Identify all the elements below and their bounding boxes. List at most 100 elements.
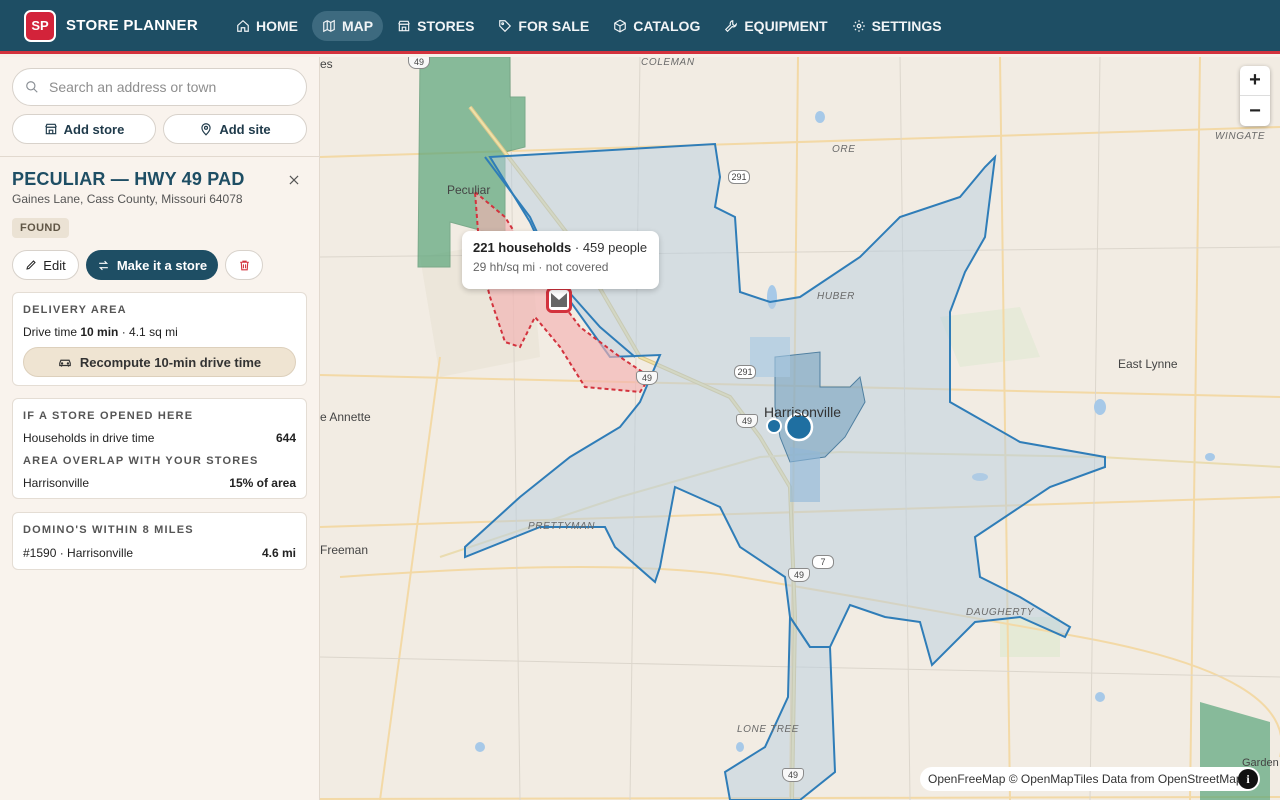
- shield-291: 291: [728, 170, 750, 184]
- edit-label: Edit: [43, 257, 66, 273]
- sidebar: Add store Add site PECULIAR — HWY 49 PAD…: [0, 57, 320, 800]
- label-huber: HUBER: [817, 291, 856, 302]
- search-icon: [26, 81, 38, 93]
- delivery-heading: DELIVERY AREA: [23, 304, 127, 316]
- app-logo[interactable]: SP: [24, 9, 56, 42]
- make-store-button[interactable]: Make it a store: [86, 250, 218, 280]
- search-input[interactable]: [49, 79, 289, 95]
- status-badge: FOUND: [12, 218, 70, 238]
- tooltip-line-1: 221 households · 459 people: [473, 240, 648, 255]
- nav-for-sale[interactable]: FOR SALE: [488, 11, 599, 41]
- attrib-data-from: Data from: [1101, 772, 1155, 786]
- top-nav: SP STORE PLANNER HOME MAP STORES FOR SAL…: [0, 0, 1280, 54]
- tooltip-people: · 459 people: [574, 240, 648, 255]
- nav-settings-label: SETTINGS: [871, 17, 942, 34]
- attrib-openmaptiles[interactable]: © OpenMapTiles: [1009, 772, 1099, 786]
- tooltip-density: 29 hh/sq mi: [473, 260, 536, 274]
- nav-map-label: MAP: [341, 17, 374, 34]
- map-view[interactable]: COLEMAN ORE WINGATE HUBER PRETTYMAN DAUG…: [320, 57, 1280, 800]
- shield-49: 49: [736, 414, 758, 428]
- recompute-button[interactable]: Recompute 10-min drive time: [23, 347, 296, 377]
- add-site-button[interactable]: Add site: [163, 114, 307, 144]
- delete-button[interactable]: [225, 250, 263, 280]
- info-icon[interactable]: i: [1238, 769, 1258, 789]
- shield-49: 49: [408, 57, 430, 69]
- nav-equipment-label: EQUIPMENT: [744, 17, 828, 34]
- households-row: Households in drive time 644: [23, 431, 296, 445]
- close-icon: [289, 175, 299, 185]
- shield-49: 49: [788, 568, 810, 582]
- pencil-icon: [26, 260, 37, 270]
- drive-time-label: Drive time: [23, 325, 78, 339]
- shield-49: 49: [782, 768, 804, 782]
- store-icon: [44, 123, 57, 135]
- nav-equipment[interactable]: EQUIPMENT: [714, 11, 837, 41]
- drive-time-line: Drive time 10 min · 4.1 sq mi: [23, 325, 296, 339]
- households-label: Households in drive time: [23, 431, 155, 445]
- store-icon: [398, 20, 410, 31]
- add-store-button[interactable]: Add store: [12, 114, 156, 144]
- add-site-label: Add site: [219, 121, 271, 137]
- delivery-card: DELIVERY AREA Drive time 10 min · 4.1 sq…: [12, 292, 307, 386]
- trash-icon: [239, 260, 249, 270]
- dominos-store: #1590 · Harrisonville: [23, 546, 134, 560]
- gear-icon: [852, 19, 865, 32]
- tag-icon: [499, 19, 512, 32]
- edit-button[interactable]: Edit: [12, 250, 79, 280]
- box-icon: [614, 18, 627, 33]
- nav-stores[interactable]: STORES: [387, 11, 484, 41]
- dominos-heading: DOMINO'S WITHIN 8 MILES: [23, 524, 194, 536]
- make-store-label: Make it a store: [116, 257, 208, 273]
- wrench-icon: [725, 19, 738, 32]
- nav-map[interactable]: MAP: [311, 10, 384, 41]
- label-annette: e Annette: [320, 410, 371, 424]
- nav-for-sale-label: FOR SALE: [518, 17, 590, 34]
- app-name: STORE PLANNER: [66, 17, 198, 34]
- attrib-osm[interactable]: OpenStreetMap: [1158, 772, 1243, 786]
- dominos-card: DOMINO'S WITHIN 8 MILES #1590 · Harrison…: [12, 512, 307, 570]
- map-icon: [323, 19, 335, 32]
- drive-time-value: 10 min: [80, 325, 119, 339]
- nav-settings[interactable]: SETTINGS: [842, 11, 952, 41]
- dominos-row[interactable]: #1590 · Harrisonville 4.6 mi: [23, 546, 296, 560]
- shield-291: 291: [734, 365, 756, 379]
- label-lone-tree: LONE TREE: [737, 724, 800, 735]
- if-opened-card: IF A STORE OPENED HERE Households in dri…: [12, 398, 307, 499]
- label-freeman: Freeman: [320, 543, 369, 557]
- map-tooltip: 221 households · 459 people 29 hh/sq mi …: [462, 231, 659, 289]
- pin-icon: [201, 123, 212, 136]
- overlap-store: Harrisonville: [23, 476, 90, 490]
- if-opened-heading: IF A STORE OPENED HERE: [23, 410, 194, 422]
- overlap-row: Harrisonville 15% of area: [23, 476, 296, 490]
- label-wingate: WINGATE: [1215, 131, 1266, 142]
- tooltip-coverage: · not covered: [538, 260, 609, 274]
- zoom-in-button[interactable]: +: [1240, 66, 1270, 96]
- nav-catalog-label: CATALOG: [633, 17, 701, 34]
- tooltip-households: 221 households: [473, 240, 572, 255]
- label-peculiar: Peculiar: [447, 183, 491, 197]
- households-value: 644: [275, 431, 296, 445]
- label-coleman: COLEMAN: [641, 57, 695, 68]
- site-marker[interactable]: [546, 287, 572, 313]
- dominos-distance: 4.6 mi: [261, 546, 296, 560]
- nav-home[interactable]: HOME: [226, 11, 308, 41]
- shield-49: 49: [636, 371, 658, 385]
- nav-home-label: HOME: [255, 17, 298, 34]
- nav-stores-label: STORES: [417, 17, 475, 34]
- label-ore: ORE: [832, 144, 856, 155]
- overlap-value: 15% of area: [229, 476, 296, 490]
- add-store-label: Add store: [63, 121, 125, 137]
- storefront-icon: [551, 293, 567, 307]
- zoom-out-button[interactable]: −: [1240, 96, 1270, 126]
- search-box[interactable]: [12, 68, 307, 106]
- label-daugherty: DAUGHERTY: [966, 607, 1035, 618]
- shield-7: 7: [812, 555, 834, 569]
- tooltip-line-2: 29 hh/sq mi · not covered: [473, 260, 648, 274]
- attrib-openfreemap[interactable]: OpenFreeMap: [928, 772, 1005, 786]
- nav-catalog[interactable]: CATALOG: [603, 11, 710, 41]
- map-canvas: [320, 57, 1280, 800]
- map-attribution: OpenFreeMap © OpenMapTiles Data from Ope…: [920, 767, 1260, 791]
- label-east-lynne: East Lynne: [1118, 357, 1178, 371]
- drive-area: · 4.1 sq mi: [121, 325, 178, 339]
- close-button[interactable]: [287, 173, 303, 189]
